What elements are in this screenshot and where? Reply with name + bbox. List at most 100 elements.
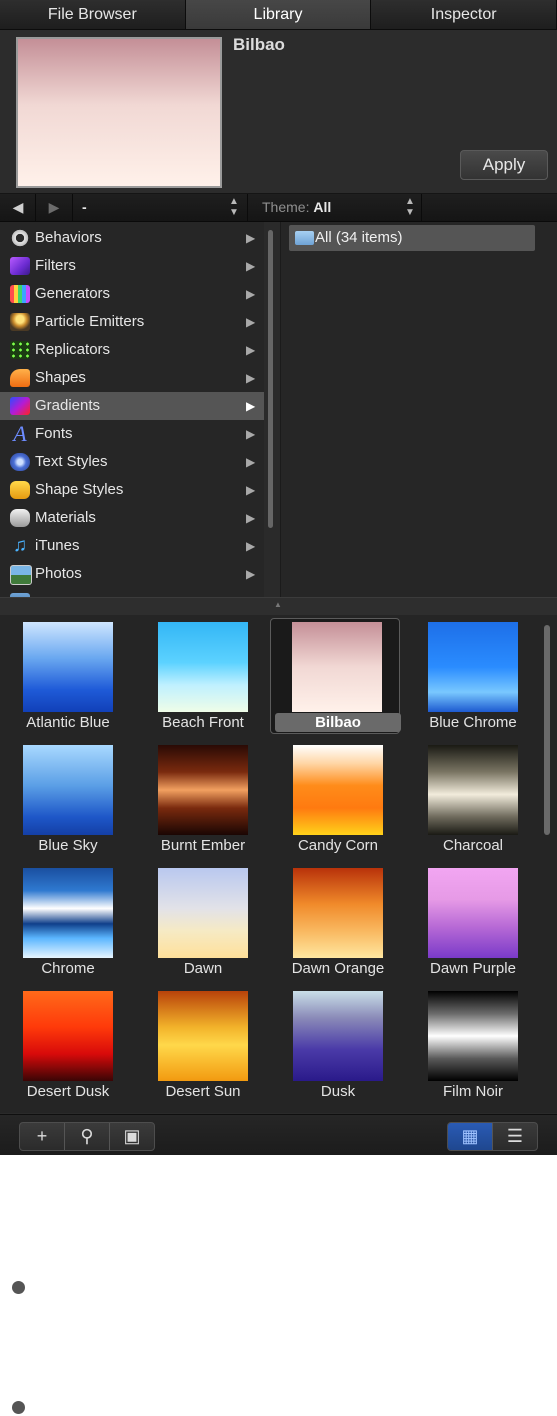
category-generators[interactable]: Generators ▶ [0,280,264,308]
disclosure-arrow-icon: ▶ [246,287,256,301]
gradient-swatch [428,622,518,712]
gradient-label: Candy Corn [297,837,379,854]
disclosure-arrow-icon: ▶ [246,539,256,553]
disclosure-arrow-icon: ▶ [246,399,256,413]
gradient-label: Burnt Ember [160,837,246,854]
category-replicators[interactable]: Replicators ▶ [0,336,264,364]
category-fonts[interactable]: A Fonts ▶ [0,420,264,448]
shape-styles-icon [10,481,30,499]
gradient-label: Atlantic Blue [26,714,110,731]
gradient-dawn-orange[interactable]: Dawn Orange [270,861,400,979]
gradient-dusk[interactable]: Dusk [270,984,400,1102]
theme-stepper-icon[interactable]: ▲ ▼ [404,196,416,218]
tab-file-browser[interactable]: File Browser [0,0,186,29]
nav-divider [72,194,73,221]
gradient-swatch [293,745,383,835]
grid-scrollbar[interactable] [544,625,550,835]
gradient-swatch [293,991,383,1081]
gradient-bilbao[interactable]: Bilbao [270,615,402,734]
grid-view-button[interactable]: ▦ [448,1123,493,1150]
category-filters[interactable]: Filters ▶ [0,252,264,280]
gradient-swatch [23,868,113,958]
theme-value: All [313,199,332,215]
search-icon: ⚲ [80,1126,94,1146]
gradient-swatch [23,745,113,835]
search-button[interactable]: ⚲ [65,1123,110,1150]
gradient-label: Dusk [320,1083,356,1100]
materials-icon [10,509,30,527]
category-scrollbar[interactable] [268,230,273,528]
gradient-blue-chrome[interactable]: Blue Chrome [405,615,535,733]
tab-inspector[interactable]: Inspector [371,0,557,29]
gradient-burnt-ember[interactable]: Burnt Ember [135,738,265,856]
pane-splitter[interactable]: ▲ [0,597,557,616]
disclosure-arrow-icon: ▶ [246,259,256,273]
gradient-desert-sun[interactable]: Desert Sun [135,984,265,1102]
gradient-film-noir[interactable]: Film Noir [405,984,535,1102]
gradient-swatch [428,745,518,835]
category-label: Particle Emitters [35,313,145,330]
category-photos[interactable]: Photos ▶ [0,560,264,588]
tab-library[interactable]: Library [185,0,372,29]
gradient-dawn[interactable]: Dawn [135,861,265,979]
disclosure-arrow-icon: ▶ [246,371,256,385]
category-label: Replicators [35,341,111,358]
category-label: Shape Styles [35,481,124,498]
gradient-label: Dawn Purple [430,960,516,977]
gradient-swatch [158,991,248,1081]
gradient-swatch [158,868,248,958]
fonts-icon: A [13,421,27,446]
category-particle-emitters[interactable]: Particle Emitters ▶ [0,308,264,336]
gradient-atlantic-blue[interactable]: Atlantic Blue [0,615,130,733]
apply-button[interactable]: Apply [460,150,548,180]
category-shape-styles[interactable]: Shape Styles ▶ [0,476,264,504]
gradient-blue-sky[interactable]: Blue Sky [0,738,130,856]
nav-divider [247,194,248,221]
category-label: Photos [35,565,82,582]
category-shapes[interactable]: Shapes ▶ [0,364,264,392]
bullet-point [12,1401,25,1414]
path-stepper-icon[interactable]: ▲ ▼ [228,196,240,218]
category-gradients[interactable]: Gradients ▶ [0,392,264,420]
category-label: Materials [35,509,96,526]
category-materials[interactable]: Materials ▶ [0,504,264,532]
gradient-desert-dusk[interactable]: Desert Dusk [0,984,130,1102]
gradient-swatch [428,991,518,1081]
splitter-grip-icon: ▲ [274,600,282,609]
theme-popup[interactable]: Theme: All [262,194,331,221]
gradient-swatch [428,868,518,958]
category-itunes[interactable]: ♫ iTunes ▶ [0,532,264,560]
list-view-button[interactable]: ☰ [493,1123,537,1150]
grid-view-icon: ▦ [461,1126,479,1146]
replicator-icon [10,341,30,359]
subcategory-all[interactable]: All (34 items) [289,225,535,251]
forward-arrow-icon[interactable]: ▶ [41,194,67,221]
path-popup[interactable]: - [82,194,87,221]
tab-bar: File Browser Library Inspector [0,0,557,30]
add-button[interactable]: + [20,1123,65,1150]
gradient-candy-corn[interactable]: Candy Corn [270,738,400,856]
itunes-icon: ♫ [12,535,28,556]
category-list: Behaviors ▶ Filters ▶ Generators ▶ Parti… [0,222,264,597]
gradient-swatch [158,622,248,712]
shapes-icon [10,369,30,387]
disclosure-arrow-icon: ▶ [246,231,256,245]
subcategory-label: All (34 items) [315,229,403,246]
filters-icon [10,257,30,275]
view-mode-group: ▦ ☰ [447,1122,538,1151]
category-label: Filters [35,257,76,274]
category-behaviors[interactable]: Behaviors ▶ [0,224,264,252]
gradient-chrome[interactable]: Chrome [0,861,130,979]
gradient-dawn-purple[interactable]: Dawn Purple [405,861,535,979]
gradient-charcoal[interactable]: Charcoal [405,738,535,856]
category-text-styles[interactable]: Text Styles ▶ [0,448,264,476]
bullet-point [12,1281,25,1294]
preview-button[interactable]: ▣ [110,1123,154,1150]
theme-label: Theme: [262,199,310,215]
gradient-swatch [23,991,113,1081]
disclosure-arrow-icon: ▶ [246,427,256,441]
text-styles-icon [10,453,30,471]
photos-icon [10,565,32,585]
back-arrow-icon[interactable]: ◀ [5,194,31,221]
gradient-beach-front[interactable]: Beach Front [135,615,265,733]
